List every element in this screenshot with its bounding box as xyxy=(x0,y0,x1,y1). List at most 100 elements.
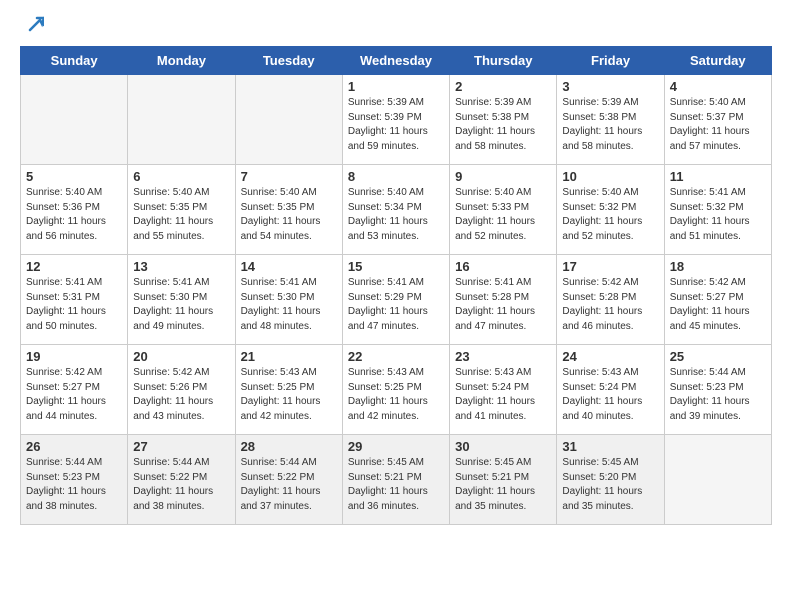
day-info: Sunrise: 5:44 AM Sunset: 5:22 PM Dayligh… xyxy=(241,456,337,514)
calendar-day-cell: 31 Sunrise: 5:45 AM Sunset: 5:20 PM Dayli… xyxy=(557,435,664,525)
calendar-day-cell: 13Sunrise: 5:41 AM Sunset: 5:30 PM Dayli… xyxy=(128,255,235,345)
weekday-header-row: SundayMondayTuesdayWednesdayThursdayFrid… xyxy=(21,47,772,75)
day-number: 22 xyxy=(348,349,444,364)
day-info: Sunrise: 5:42 AM Sunset: 5:27 PM Dayligh… xyxy=(670,276,766,334)
calendar-day-cell: 7 Sunrise: 5:40 AM Sunset: 5:35 PM Daylig… xyxy=(235,165,342,255)
calendar-day-cell: 19 Sunrise: 5:42 AM Sunset: 5:27 PM Dayli… xyxy=(21,345,128,435)
day-info: Sunrise: 5:42 AM Sunset: 5:28 PM Dayligh… xyxy=(562,276,658,334)
day-number: 7 xyxy=(241,169,337,184)
day-number: 14 xyxy=(241,259,337,274)
day-number: 5 xyxy=(26,169,122,184)
day-number: 4 xyxy=(670,79,766,94)
weekday-header-monday: Monday xyxy=(128,47,235,75)
weekday-header-friday: Friday xyxy=(557,47,664,75)
day-number: 19 xyxy=(26,349,122,364)
weekday-header-sunday: Sunday xyxy=(21,47,128,75)
day-info: Sunrise: 5:40 AM Sunset: 5:35 PM Dayligh… xyxy=(241,186,337,244)
calendar-day-cell: 15 Sunrise: 5:41 AM Sunset: 5:29 PM Dayli… xyxy=(342,255,449,345)
calendar-day-cell: 3Sunrise: 5:39 AM Sunset: 5:38 PM Daylig… xyxy=(557,75,664,165)
calendar-day-cell: 8Sunrise: 5:40 AM Sunset: 5:34 PM Daylig… xyxy=(342,165,449,255)
weekday-header-thursday: Thursday xyxy=(450,47,557,75)
calendar-day-cell: 11 Sunrise: 5:41 AM Sunset: 5:32 PM Dayli… xyxy=(664,165,771,255)
day-info: Sunrise: 5:39 AM Sunset: 5:38 PM Dayligh… xyxy=(455,96,551,154)
calendar-day-cell: 24 Sunrise: 5:43 AM Sunset: 5:24 PM Dayli… xyxy=(557,345,664,435)
day-info: Sunrise: 5:45 AM Sunset: 5:20 PM Dayligh… xyxy=(562,456,658,514)
day-number: 1 xyxy=(348,79,444,94)
calendar-week-row: 1Sunrise: 5:39 AM Sunset: 5:39 PM Daylig… xyxy=(21,75,772,165)
day-number: 9 xyxy=(455,169,551,184)
logo-icon xyxy=(22,16,44,34)
calendar-day-cell: 2 Sunrise: 5:39 AM Sunset: 5:38 PM Daylig… xyxy=(450,75,557,165)
day-number: 10 xyxy=(562,169,658,184)
day-number: 12 xyxy=(26,259,122,274)
day-number: 29 xyxy=(348,439,444,454)
day-number: 23 xyxy=(455,349,551,364)
day-info: Sunrise: 5:40 AM Sunset: 5:32 PM Dayligh… xyxy=(562,186,658,244)
day-number: 16 xyxy=(455,259,551,274)
weekday-header-tuesday: Tuesday xyxy=(235,47,342,75)
calendar-day-cell: 12 Sunrise: 5:41 AM Sunset: 5:31 PM Dayli… xyxy=(21,255,128,345)
day-info: Sunrise: 5:39 AM Sunset: 5:38 PM Dayligh… xyxy=(562,96,658,154)
day-number: 31 xyxy=(562,439,658,454)
calendar-day-cell: 30 Sunrise: 5:45 AM Sunset: 5:21 PM Dayli… xyxy=(450,435,557,525)
calendar-day-cell xyxy=(21,75,128,165)
logo xyxy=(20,20,44,30)
day-number: 30 xyxy=(455,439,551,454)
day-info: Sunrise: 5:43 AM Sunset: 5:24 PM Dayligh… xyxy=(455,366,551,424)
calendar-day-cell: 25Sunrise: 5:44 AM Sunset: 5:23 PM Dayli… xyxy=(664,345,771,435)
day-info: Sunrise: 5:41 AM Sunset: 5:30 PM Dayligh… xyxy=(241,276,337,334)
calendar-day-cell: 4 Sunrise: 5:40 AM Sunset: 5:37 PM Daylig… xyxy=(664,75,771,165)
calendar-day-cell: 27Sunrise: 5:44 AM Sunset: 5:22 PM Dayli… xyxy=(128,435,235,525)
day-info: Sunrise: 5:42 AM Sunset: 5:27 PM Dayligh… xyxy=(26,366,122,424)
calendar-day-cell: 16 Sunrise: 5:41 AM Sunset: 5:28 PM Dayli… xyxy=(450,255,557,345)
day-info: Sunrise: 5:43 AM Sunset: 5:25 PM Dayligh… xyxy=(348,366,444,424)
calendar-day-cell xyxy=(128,75,235,165)
weekday-header-saturday: Saturday xyxy=(664,47,771,75)
day-number: 17 xyxy=(562,259,658,274)
day-number: 25 xyxy=(670,349,766,364)
calendar-week-row: 5 Sunrise: 5:40 AM Sunset: 5:36 PM Daylig… xyxy=(21,165,772,255)
calendar-week-row: 19 Sunrise: 5:42 AM Sunset: 5:27 PM Dayli… xyxy=(21,345,772,435)
calendar-day-cell: 29 Sunrise: 5:45 AM Sunset: 5:21 PM Dayli… xyxy=(342,435,449,525)
day-info: Sunrise: 5:41 AM Sunset: 5:28 PM Dayligh… xyxy=(455,276,551,334)
day-info: Sunrise: 5:45 AM Sunset: 5:21 PM Dayligh… xyxy=(455,456,551,514)
day-info: Sunrise: 5:40 AM Sunset: 5:35 PM Dayligh… xyxy=(133,186,229,244)
day-info: Sunrise: 5:45 AM Sunset: 5:21 PM Dayligh… xyxy=(348,456,444,514)
day-info: Sunrise: 5:40 AM Sunset: 5:33 PM Dayligh… xyxy=(455,186,551,244)
day-info: Sunrise: 5:40 AM Sunset: 5:37 PM Dayligh… xyxy=(670,96,766,154)
day-info: Sunrise: 5:41 AM Sunset: 5:32 PM Dayligh… xyxy=(670,186,766,244)
day-number: 20 xyxy=(133,349,229,364)
day-number: 13 xyxy=(133,259,229,274)
day-info: Sunrise: 5:42 AM Sunset: 5:26 PM Dayligh… xyxy=(133,366,229,424)
page-header xyxy=(20,20,772,30)
calendar-table: SundayMondayTuesdayWednesdayThursdayFrid… xyxy=(20,46,772,525)
day-info: Sunrise: 5:43 AM Sunset: 5:25 PM Dayligh… xyxy=(241,366,337,424)
calendar-day-cell: 28Sunrise: 5:44 AM Sunset: 5:22 PM Dayli… xyxy=(235,435,342,525)
day-info: Sunrise: 5:41 AM Sunset: 5:29 PM Dayligh… xyxy=(348,276,444,334)
day-info: Sunrise: 5:40 AM Sunset: 5:36 PM Dayligh… xyxy=(26,186,122,244)
calendar-day-cell: 17 Sunrise: 5:42 AM Sunset: 5:28 PM Dayli… xyxy=(557,255,664,345)
day-number: 27 xyxy=(133,439,229,454)
day-number: 6 xyxy=(133,169,229,184)
calendar-day-cell xyxy=(664,435,771,525)
calendar-day-cell: 10 Sunrise: 5:40 AM Sunset: 5:32 PM Dayli… xyxy=(557,165,664,255)
day-number: 18 xyxy=(670,259,766,274)
day-number: 15 xyxy=(348,259,444,274)
weekday-header-wednesday: Wednesday xyxy=(342,47,449,75)
calendar-week-row: 12 Sunrise: 5:41 AM Sunset: 5:31 PM Dayli… xyxy=(21,255,772,345)
day-number: 24 xyxy=(562,349,658,364)
calendar-day-cell: 22 Sunrise: 5:43 AM Sunset: 5:25 PM Dayli… xyxy=(342,345,449,435)
calendar-day-cell: 9 Sunrise: 5:40 AM Sunset: 5:33 PM Daylig… xyxy=(450,165,557,255)
day-info: Sunrise: 5:43 AM Sunset: 5:24 PM Dayligh… xyxy=(562,366,658,424)
calendar-day-cell: 20 Sunrise: 5:42 AM Sunset: 5:26 PM Dayli… xyxy=(128,345,235,435)
day-info: Sunrise: 5:41 AM Sunset: 5:31 PM Dayligh… xyxy=(26,276,122,334)
calendar-day-cell: 6 Sunrise: 5:40 AM Sunset: 5:35 PM Daylig… xyxy=(128,165,235,255)
calendar-week-row: 26Sunrise: 5:44 AM Sunset: 5:23 PM Dayli… xyxy=(21,435,772,525)
day-number: 8 xyxy=(348,169,444,184)
day-number: 26 xyxy=(26,439,122,454)
day-number: 11 xyxy=(670,169,766,184)
day-number: 2 xyxy=(455,79,551,94)
calendar-day-cell: 1Sunrise: 5:39 AM Sunset: 5:39 PM Daylig… xyxy=(342,75,449,165)
calendar-day-cell: 18 Sunrise: 5:42 AM Sunset: 5:27 PM Dayli… xyxy=(664,255,771,345)
calendar-day-cell: 26Sunrise: 5:44 AM Sunset: 5:23 PM Dayli… xyxy=(21,435,128,525)
